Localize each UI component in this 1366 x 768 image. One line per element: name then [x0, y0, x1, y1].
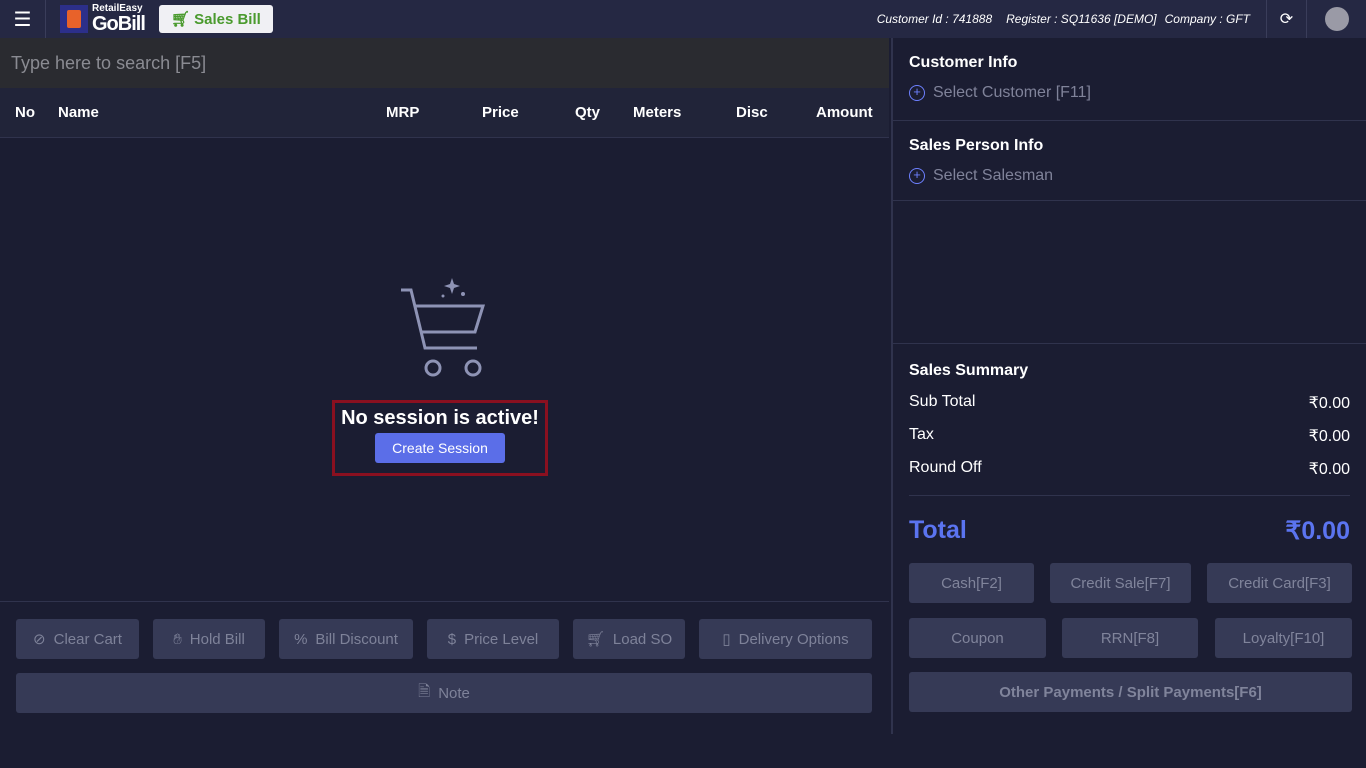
price-level-button[interactable]: $ Price Level [427, 619, 559, 659]
hold-bill-label: Hold Bill [189, 630, 245, 648]
top-bar: ☰ RetailEasy GoBill 🛒︎ Sales Bill Custome… [0, 0, 1366, 38]
sales-person-title: Sales Person Info [909, 137, 1044, 154]
col-meters: Meters [633, 104, 682, 121]
col-disc: Disc [736, 104, 768, 121]
plus-circle-icon: + [909, 168, 925, 184]
round-off-label: Round Off [909, 459, 982, 476]
coupon-button[interactable]: Coupon [909, 618, 1046, 658]
note-label: Note [438, 684, 470, 702]
select-customer-label: Select Customer [F11] [933, 84, 1091, 101]
no-session-message: No session is active! [341, 407, 539, 429]
document-icon: 🗎 [418, 682, 431, 700]
other-payments-button[interactable]: Other Payments / Split Payments[F6] [909, 672, 1352, 712]
col-qty: Qty [575, 104, 601, 121]
col-no: No [15, 104, 35, 121]
delivery-options-button[interactable]: ▯ Delivery Options [699, 619, 872, 659]
tax-value: ₹0.00 [1308, 428, 1350, 445]
create-session-button[interactable]: Create Session [375, 433, 505, 463]
load-so-label: Load SO [612, 630, 673, 648]
note-button[interactable]: 🗎 Note [16, 673, 872, 713]
plus-circle-icon: + [909, 85, 925, 101]
user-menu[interactable] [1306, 0, 1366, 38]
cart-load-icon: 🛒︎ [585, 631, 605, 648]
percent-icon: % [294, 630, 308, 648]
sub-total-value: ₹0.00 [1308, 395, 1350, 412]
load-so-button[interactable]: 🛒︎ Load SO [573, 619, 685, 659]
bill-discount-label: Bill Discount [315, 630, 398, 648]
rrn-button[interactable]: RRN[F8] [1062, 618, 1198, 658]
table-header: No Name MRP Price Qty Meters Disc Amount [0, 88, 889, 138]
select-salesman-button[interactable]: + Select Salesman [909, 167, 1350, 199]
hamburger-menu-icon[interactable]: ☰ [0, 0, 46, 38]
delivery-icon: ▯ [722, 631, 731, 648]
clear-cart-label: Clear Cart [53, 630, 122, 648]
sales-bill-button[interactable]: 🛒︎ Sales Bill [158, 5, 273, 33]
hand-icon: ✋︎ [173, 630, 182, 648]
brand-big: GoBill [92, 13, 146, 35]
col-amount: Amount [816, 104, 873, 121]
empty-cart-icon [0, 276, 889, 383]
round-off-value: ₹0.00 [1308, 461, 1350, 478]
delivery-options-label: Delivery Options [738, 630, 849, 648]
no-session-notice: No session is active! Create Session [332, 400, 548, 476]
register: Register : SQ11636 [DEMO] [1006, 12, 1157, 26]
loyalty-button[interactable]: Loyalty[F10] [1215, 618, 1352, 658]
col-name: Name [58, 104, 99, 121]
price-level-label: Price Level [464, 630, 539, 648]
company: Company : GFT [1164, 12, 1250, 26]
credit-sale-button[interactable]: Credit Sale[F7] [1050, 563, 1191, 603]
side-panel: Customer Info + Select Customer [F11] Sal… [891, 38, 1366, 734]
total-value: ₹0.00 [1285, 517, 1350, 545]
col-mrp: MRP [386, 104, 420, 121]
sales-summary-title: Sales Summary [909, 362, 1029, 379]
cash-button[interactable]: Cash[F2] [909, 563, 1034, 603]
credit-card-button[interactable]: Credit Card[F3] [1207, 563, 1352, 603]
clear-cart-button[interactable]: ⊘ Clear Cart [16, 619, 139, 659]
tax-label: Tax [909, 426, 934, 443]
dollar-icon: $ [447, 630, 457, 648]
customer-id: Customer Id : 741888 [876, 12, 993, 26]
hold-bill-button[interactable]: ✋︎ Hold Bill [153, 619, 265, 659]
sub-total-label: Sub Total [909, 393, 976, 410]
logo: RetailEasy GoBill [60, 4, 146, 35]
avatar [1324, 7, 1349, 31]
col-price: Price [482, 104, 519, 121]
customer-info-title: Customer Info [909, 54, 1018, 71]
sales-bill-label: Sales Bill [194, 11, 261, 28]
bill-discount-button[interactable]: % Bill Discount [279, 619, 413, 659]
ban-icon: ⊘ [33, 631, 46, 648]
total-label: Total [909, 516, 967, 544]
cart-panel: No Name MRP Price Qty Meters Disc Amount… [0, 38, 889, 734]
search-input[interactable] [11, 52, 871, 74]
select-salesman-label: Select Salesman [933, 167, 1054, 184]
refresh-icon[interactable]: ⟳ [1266, 0, 1306, 38]
cart-icon: 🛒︎ [170, 11, 190, 28]
select-customer-button[interactable]: + Select Customer [F11] [909, 84, 1350, 116]
